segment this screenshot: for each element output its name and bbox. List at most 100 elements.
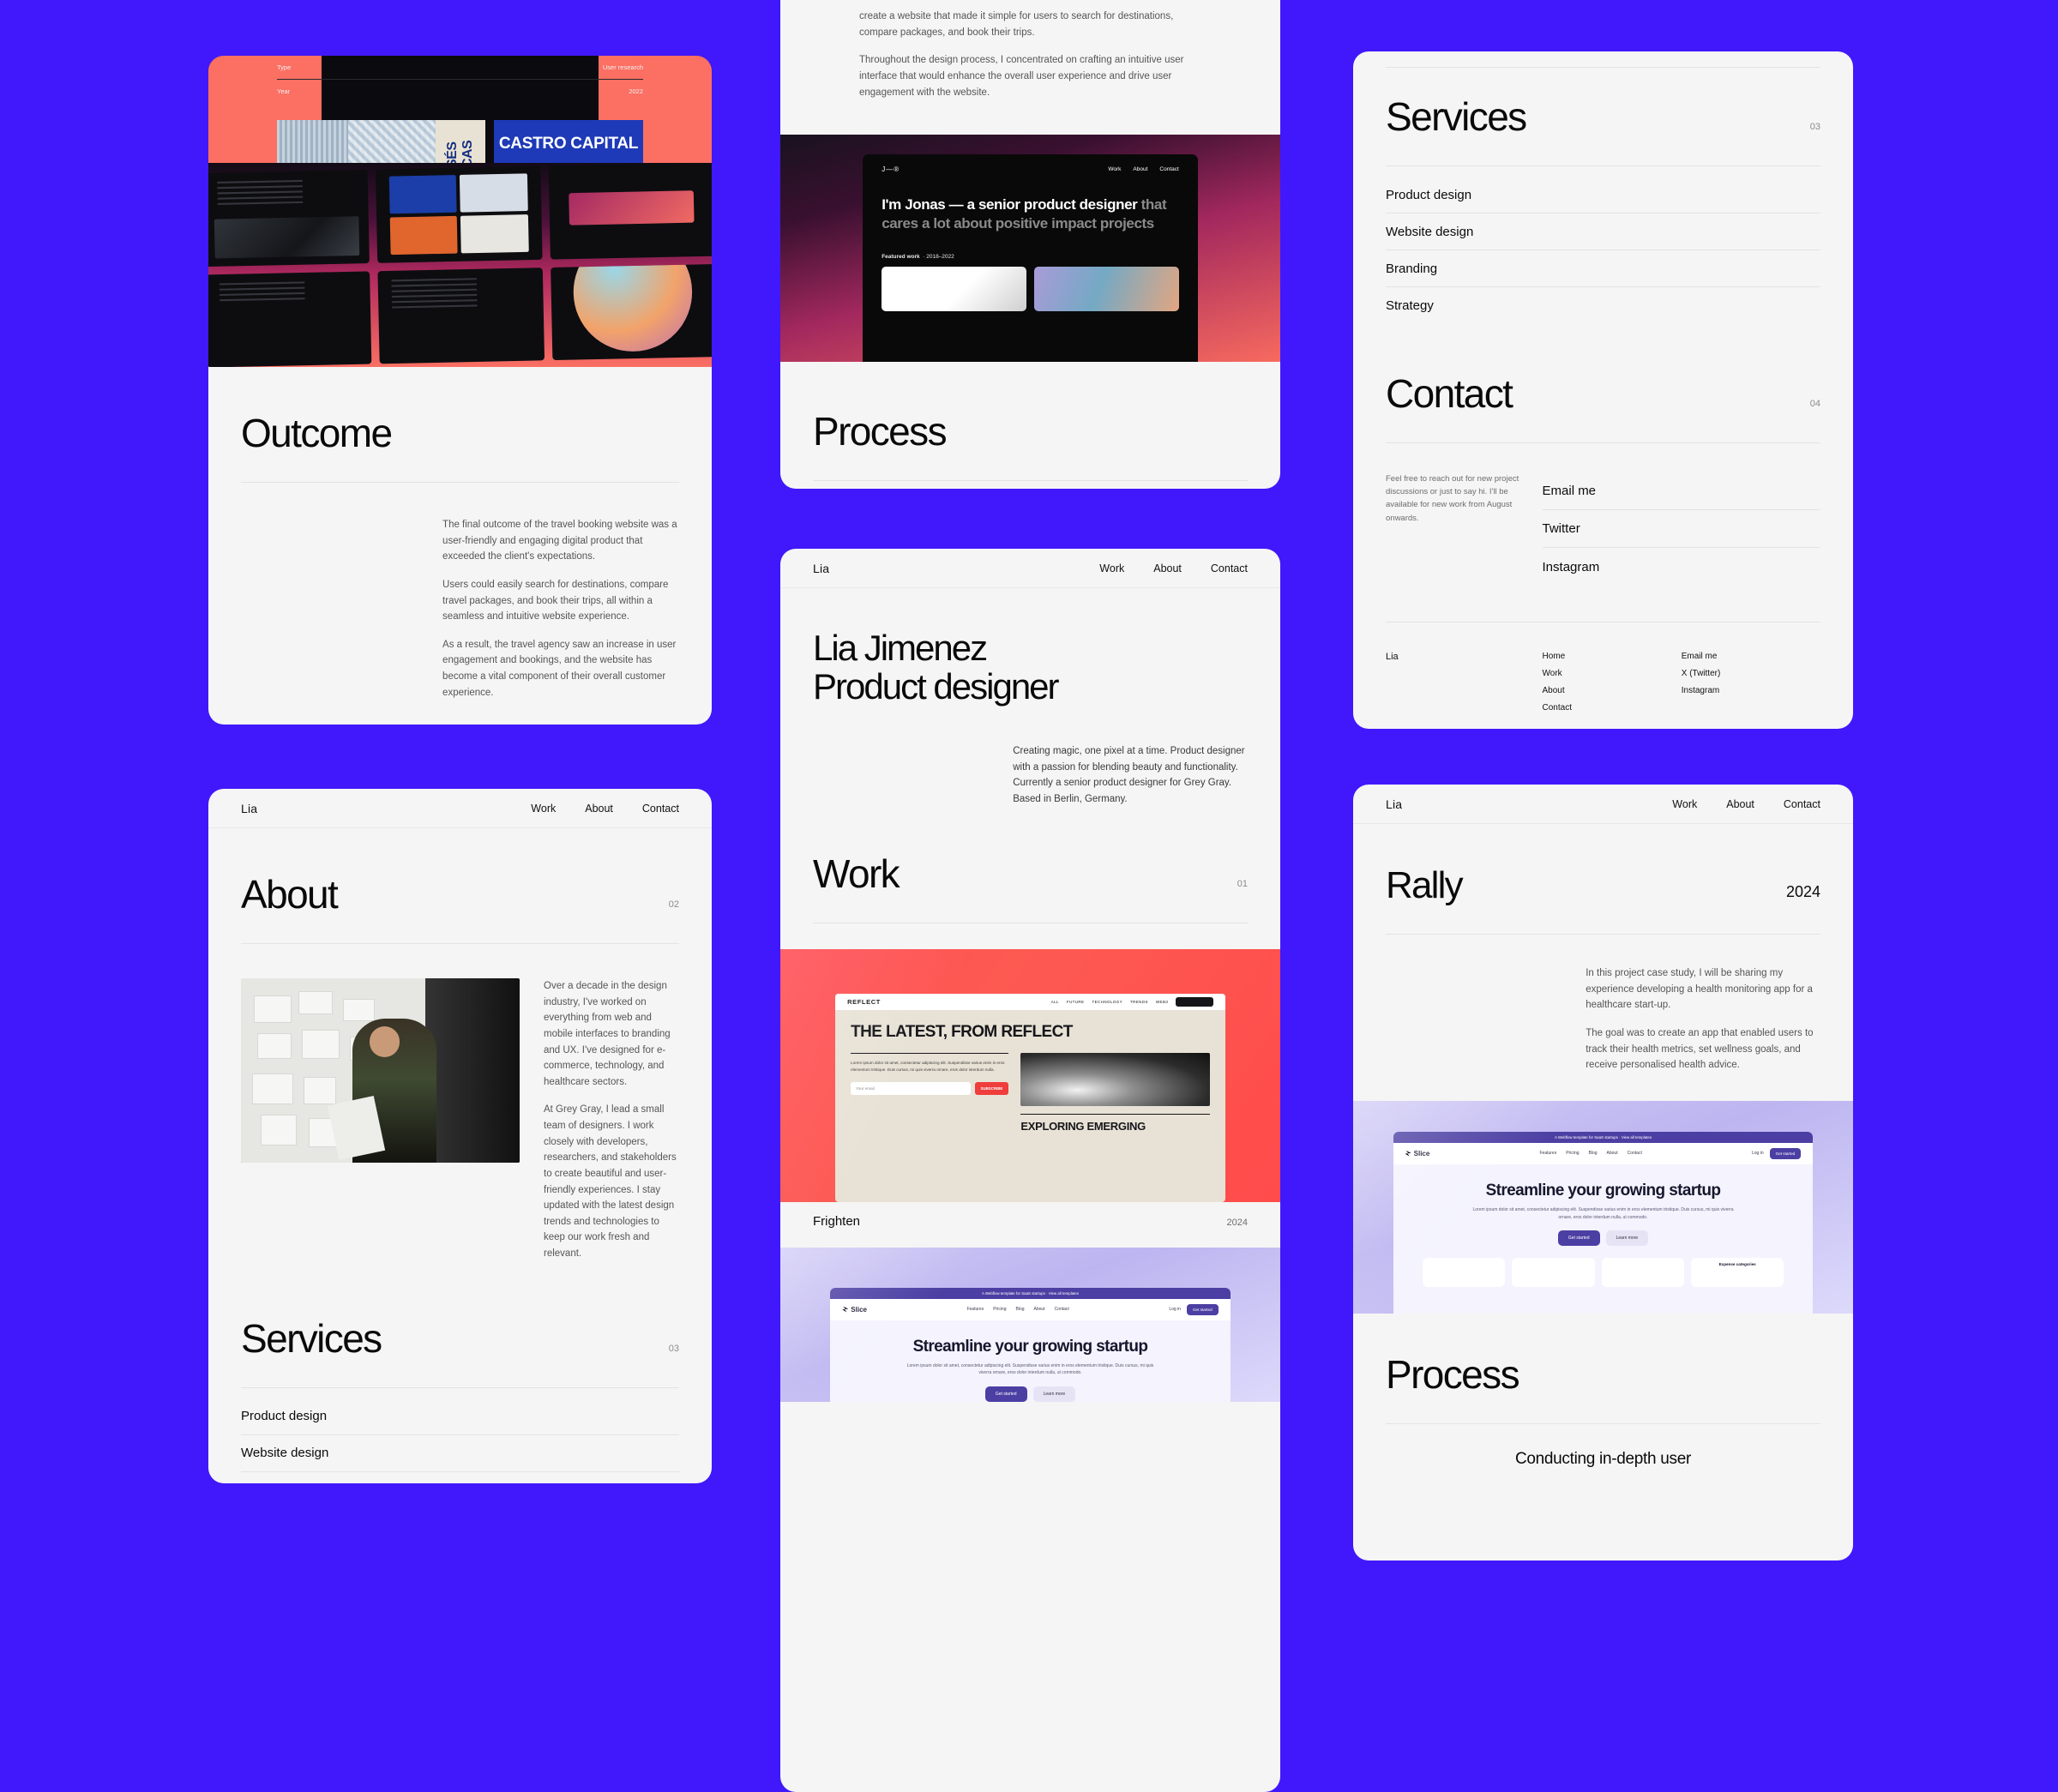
project-year: 2024 bbox=[1785, 883, 1820, 900]
cards-board: Type User research Year 2022 SÉS CAS CAS… bbox=[0, 0, 2058, 1792]
footer-link-instagram[interactable]: Instagram bbox=[1682, 686, 1820, 695]
service-item[interactable]: Branding bbox=[241, 1472, 679, 1483]
footer-link-contact[interactable]: Contact bbox=[1543, 703, 1682, 713]
slice-headline: Streamline your growing startup bbox=[1485, 1181, 1721, 1200]
slice-nav-features: Features bbox=[966, 1307, 984, 1313]
service-item[interactable]: Website design bbox=[1386, 213, 1820, 250]
reflect-footer-headline: EXPLORING EMERGING bbox=[1020, 1120, 1146, 1134]
service-item[interactable]: Product design bbox=[1386, 177, 1820, 213]
reflect-logo: REFLECT bbox=[847, 997, 881, 1006]
nav-link-work[interactable]: Work bbox=[531, 803, 556, 815]
divider bbox=[1386, 1422, 1820, 1424]
nav-link-about[interactable]: About bbox=[585, 803, 613, 815]
slice-login-link: Log in bbox=[1169, 1307, 1181, 1313]
card-about[interactable]: Lia Work About Contact About 02 Over a d… bbox=[208, 789, 712, 1483]
contact-link-instagram[interactable]: Instagram bbox=[1543, 548, 1820, 586]
service-item[interactable]: Website design bbox=[241, 1435, 679, 1472]
rally-paragraph: The goal was to create an app that enabl… bbox=[1586, 1027, 1814, 1071]
slice-get-started-button: Get started bbox=[1186, 1303, 1219, 1315]
footer-link-work[interactable]: Work bbox=[1543, 669, 1682, 678]
reflect-headline: THE LATEST, FROM REFLECT bbox=[851, 1022, 1073, 1041]
brand-logo[interactable]: Lia bbox=[813, 562, 829, 575]
reflect-cta-button: SUBSCRIBE bbox=[974, 1082, 1009, 1096]
slice-brand-label: Slice bbox=[1413, 1149, 1430, 1158]
contact-link-email[interactable]: Email me bbox=[1542, 472, 1820, 510]
brand-logo[interactable]: Lia bbox=[241, 802, 257, 815]
slice-brand: Slice bbox=[842, 1306, 867, 1314]
jonas-nav-contact: Contact bbox=[1159, 166, 1179, 173]
slice-nav-contact: Contact bbox=[1627, 1151, 1642, 1157]
reflect-nav-web3: WEB3 bbox=[1155, 999, 1169, 1004]
project-mosaic-image bbox=[208, 163, 712, 367]
slice-body-text: Lorem ipsum dolor sit amet, consectetur … bbox=[906, 1362, 1154, 1376]
services-section-number: 03 bbox=[1809, 122, 1820, 132]
nav-link-contact[interactable]: Contact bbox=[1211, 562, 1248, 574]
card-outcome[interactable]: Type User research Year 2022 SÉS CAS CAS… bbox=[208, 56, 712, 725]
nav-link-contact[interactable]: Contact bbox=[1784, 798, 1820, 810]
contact-blurb: Feel free to reach out for new project d… bbox=[1386, 474, 1519, 523]
about-title: About bbox=[241, 872, 339, 917]
contact-link-twitter[interactable]: Twitter bbox=[1542, 510, 1820, 548]
site-navbar: Lia Work About Contact bbox=[780, 549, 1280, 588]
nav-link-contact[interactable]: Contact bbox=[642, 803, 679, 815]
brand-logo[interactable]: Lia bbox=[1386, 797, 1402, 811]
project-slice-image[interactable]: A Webflow template for SaaS startups · V… bbox=[780, 1247, 1280, 1402]
card-home[interactable]: Lia Work About Contact Lia Jimenez Produ… bbox=[780, 549, 1280, 1792]
slice-feature-cards: Expense categories bbox=[1411, 1258, 1796, 1288]
service-item[interactable]: Branding bbox=[1386, 250, 1820, 287]
nav-link-about[interactable]: About bbox=[1153, 562, 1182, 574]
slice-nav-features: Features bbox=[1539, 1151, 1557, 1157]
footer-link-home[interactable]: Home bbox=[1543, 652, 1682, 661]
slice-nav-contact: Contact bbox=[1054, 1307, 1069, 1313]
divider bbox=[813, 480, 1248, 482]
footer-link-about[interactable]: About bbox=[1543, 686, 1682, 695]
castro-ticket-text: SÉS CAS bbox=[436, 120, 485, 163]
slice-headline: Streamline your growing startup bbox=[912, 1337, 1148, 1356]
footer-link-x-twitter[interactable]: X (Twitter) bbox=[1682, 669, 1820, 678]
contact-section-number: 04 bbox=[1809, 399, 1820, 409]
project-caption: Frighten 2024 bbox=[780, 1202, 1280, 1229]
slice-logo-icon bbox=[842, 1306, 849, 1313]
services-section-number: 03 bbox=[668, 1343, 679, 1354]
castro-hero-image: Type User research Year 2022 SÉS CAS CAS… bbox=[208, 56, 712, 163]
card-rally[interactable]: Lia Work About Contact Rally 2024 In thi… bbox=[1353, 785, 1853, 1560]
nav-link-about[interactable]: About bbox=[1726, 798, 1754, 810]
jonas-logo: J—® bbox=[882, 165, 900, 174]
project-title: Rally bbox=[1386, 864, 1464, 906]
hero-name-line1: Lia Jimenez bbox=[813, 628, 988, 668]
jonas-featured-label: Featured work bbox=[882, 253, 920, 260]
mosaic-tile bbox=[377, 267, 545, 364]
nav-link-work[interactable]: Work bbox=[1672, 798, 1697, 810]
mosaic-tile bbox=[208, 169, 370, 267]
services-title: Services bbox=[1386, 94, 1527, 139]
nav-links: Work About Contact bbox=[1672, 798, 1820, 810]
slice-secondary-cta: Learn more bbox=[1032, 1386, 1076, 1402]
nav-link-work[interactable]: Work bbox=[1099, 562, 1124, 574]
slice-reporting-card bbox=[1512, 1258, 1595, 1288]
project-frighten-image[interactable]: REFLECT ALL FUTURE TECHNOLOGY TRENDS WEB… bbox=[780, 948, 1280, 1202]
service-item[interactable]: Product design bbox=[241, 1398, 679, 1435]
footer-social-column: Email me X (Twitter) Instagram bbox=[1682, 652, 1820, 713]
meta-value-year: 2022 bbox=[629, 87, 643, 95]
reflect-nav-all: ALL bbox=[1050, 999, 1059, 1004]
project-name[interactable]: Frighten bbox=[813, 1214, 860, 1229]
slice-nav-pricing: Pricing bbox=[993, 1307, 1007, 1313]
footer-link-email[interactable]: Email me bbox=[1682, 652, 1820, 661]
mosaic-tile bbox=[208, 270, 372, 367]
castro-photo bbox=[277, 120, 436, 163]
meta-value-type: User research bbox=[602, 63, 643, 71]
card-process[interactable]: create a website that made it simple for… bbox=[780, 0, 1280, 489]
slice-nav-pricing: Pricing bbox=[1566, 1151, 1580, 1157]
rally-slice-mockup-image: A Webflow template for SaaS startups · V… bbox=[1353, 1100, 1853, 1314]
process-paragraph: Throughout the design process, I concent… bbox=[859, 55, 1184, 98]
jonas-featured-years: 2018–2022 bbox=[926, 253, 954, 260]
slice-logo-icon bbox=[1405, 1150, 1411, 1157]
mosaic-tile bbox=[548, 163, 712, 260]
card-services-contact[interactable]: Services 03 Product design Website desig… bbox=[1353, 51, 1853, 729]
spacer-column bbox=[1386, 965, 1586, 1073]
reflect-nav-trends: TRENDS bbox=[1129, 999, 1148, 1004]
service-item[interactable]: Strategy bbox=[1386, 287, 1820, 324]
work-section-number: 01 bbox=[1237, 878, 1248, 889]
slice-banner: A Webflow template for SaaS startups · V… bbox=[1393, 1131, 1814, 1143]
slice-avatars-card bbox=[1422, 1258, 1506, 1288]
